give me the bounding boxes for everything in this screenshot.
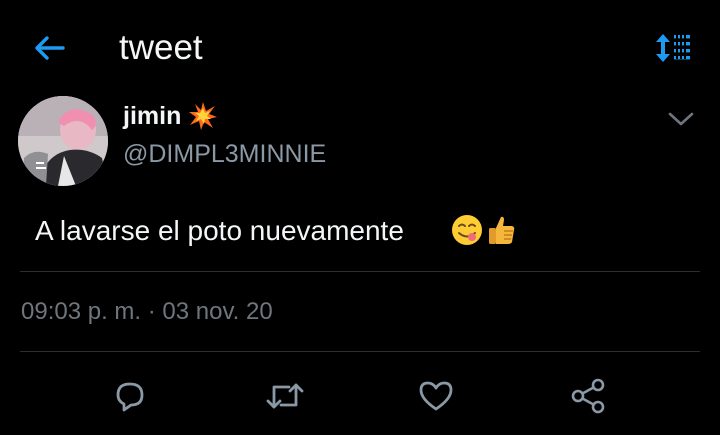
reply-button[interactable] (108, 374, 152, 418)
share-button[interactable] (566, 374, 610, 418)
reply-icon (116, 382, 144, 412)
avatar-image (18, 96, 108, 186)
face-savoring-food-emoji (452, 215, 482, 245)
retweet-icon (266, 383, 304, 409)
page-title: tweet (119, 28, 203, 67)
chevron-down-icon (668, 112, 694, 126)
heart-icon (419, 381, 453, 411)
user-handle[interactable]: @DIMPL3MINNIE (123, 138, 326, 170)
sort-updown-icon (656, 34, 690, 62)
avatar[interactable] (18, 96, 108, 186)
divider (20, 271, 700, 272)
more-options-button[interactable] (662, 104, 700, 134)
tweet-detail-screen: tweet jimin @DIMPL3MINNIE A lavarse el p… (0, 0, 720, 435)
like-button[interactable] (414, 374, 458, 418)
tweet-text: A lavarse el poto nuevamente (35, 215, 404, 246)
display-name[interactable]: jimin (123, 100, 181, 132)
share-icon (571, 378, 605, 414)
collision-emoji (189, 102, 217, 130)
top-app-bar: tweet (0, 0, 720, 96)
sort-button[interactable] (650, 28, 696, 68)
divider (20, 351, 700, 352)
arrow-left-icon (35, 36, 65, 60)
retweet-button[interactable] (263, 374, 307, 418)
tweet-timestamp: 09:03 p. m. · 03 nov. 20 (21, 298, 273, 325)
back-button[interactable] (28, 28, 72, 68)
thumbs-up-emoji (489, 216, 515, 244)
